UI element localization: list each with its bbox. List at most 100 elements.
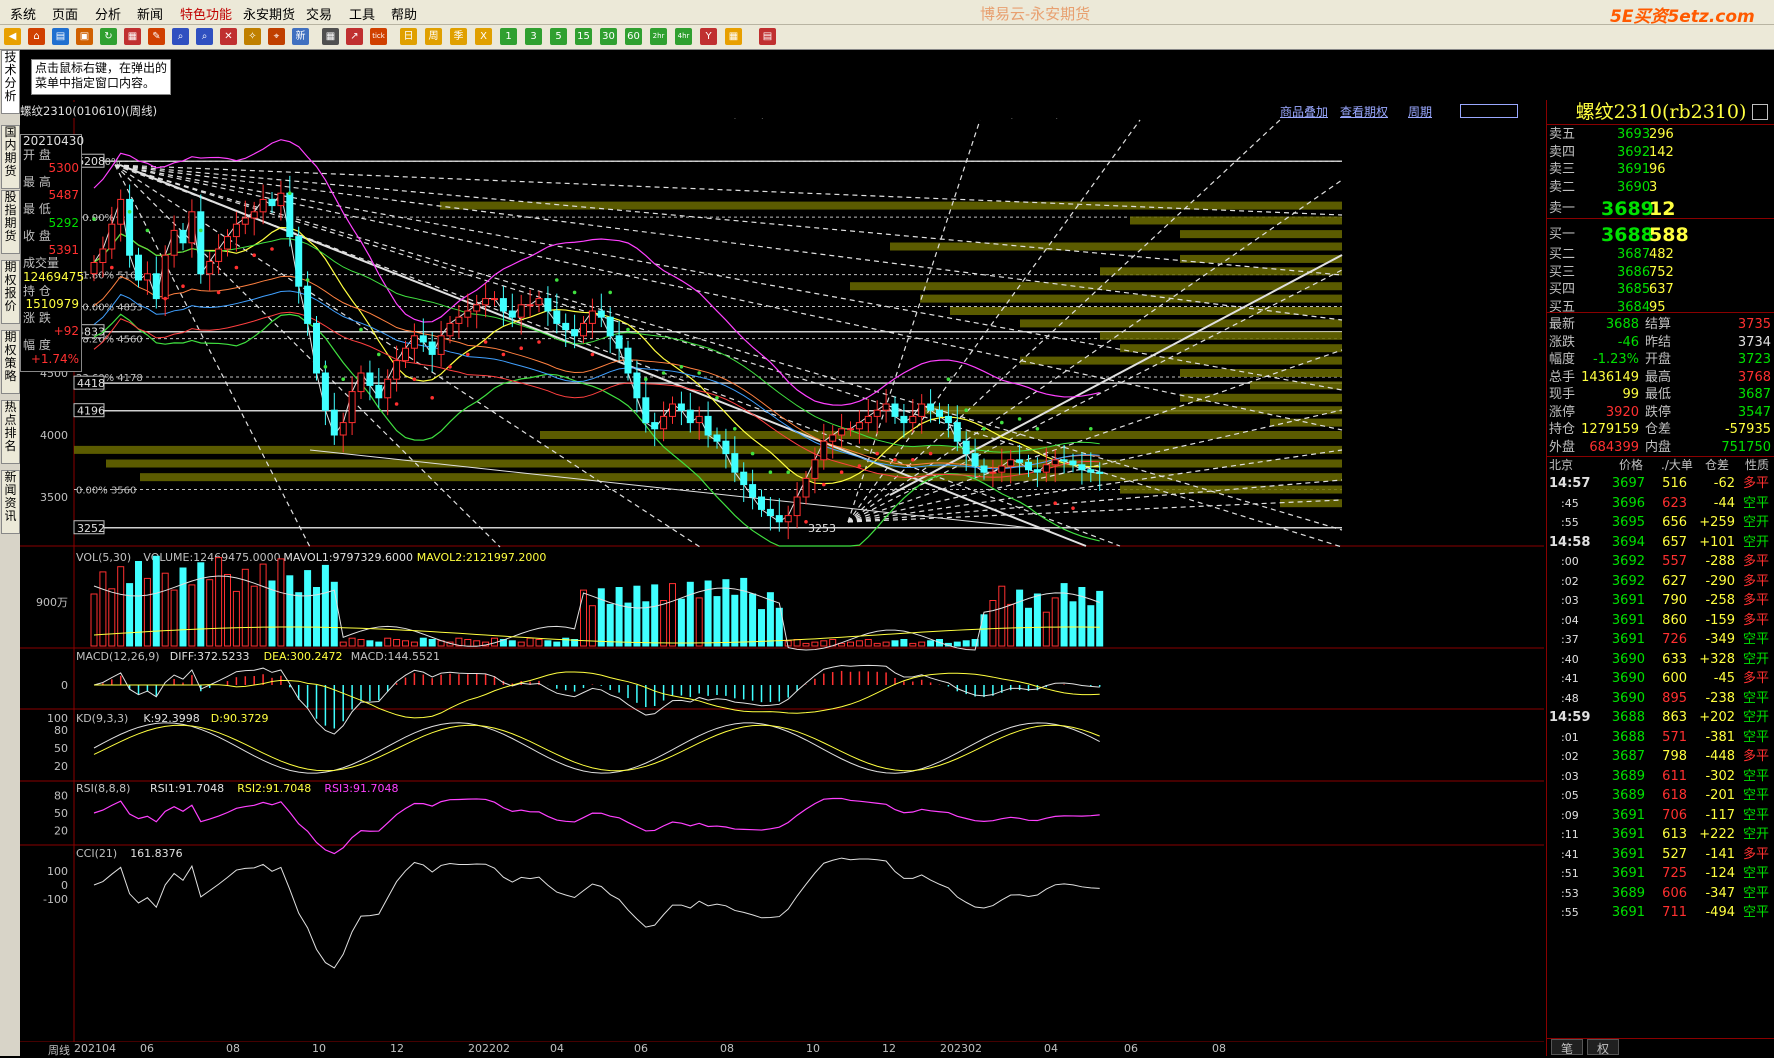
toolbar-button-27[interactable]: 4hr bbox=[675, 28, 692, 45]
volume-bar bbox=[802, 642, 810, 647]
toolbar-button-9[interactable]: ✕ bbox=[220, 28, 237, 45]
ask-price: 3692 bbox=[1617, 144, 1651, 160]
menu-item-5[interactable]: 永安期货 bbox=[243, 4, 295, 23]
toolbar-button-3[interactable]: ▣ bbox=[76, 28, 93, 45]
tick-row: :37 3691 726 -349 空平 bbox=[1547, 630, 1774, 649]
candle-body bbox=[179, 229, 187, 244]
tick-row: :53 3689 606 -347 空平 bbox=[1547, 884, 1774, 903]
candle-body bbox=[126, 198, 134, 256]
overlay-link[interactable]: 商品叠加 bbox=[1280, 103, 1328, 120]
candle-body bbox=[553, 310, 561, 324]
bar-info-box: 20210430 开 盘 5300 最 高 5487 最 低 5292 收 盘 5391 成交量 1… bbox=[20, 134, 84, 372]
volume-bar bbox=[508, 640, 516, 647]
toolbar-button-23[interactable]: 15 bbox=[575, 28, 592, 45]
toolbar-button-22[interactable]: 5 bbox=[550, 28, 567, 45]
left-tab-6[interactable]: 新闻资讯 bbox=[1, 470, 20, 534]
toolbar-button-7[interactable]: ⌕ bbox=[172, 28, 189, 45]
menu-item-7[interactable]: 工具 bbox=[349, 4, 375, 23]
toolbar-button-24[interactable]: 30 bbox=[600, 28, 617, 45]
toolbar-button-11[interactable]: ⌖ bbox=[268, 28, 285, 45]
sar-dot bbox=[199, 228, 203, 233]
ask-row[interactable]: 卖二 3690 3 bbox=[1547, 179, 1774, 196]
left-tab-5[interactable]: 热点排名 bbox=[1, 400, 20, 464]
toolbar-button-20[interactable]: 1 bbox=[500, 28, 517, 45]
menu-item-8[interactable]: 帮助 bbox=[391, 4, 417, 23]
candle-body bbox=[90, 262, 98, 275]
volume-bar bbox=[962, 640, 970, 647]
left-tab-3[interactable]: 期权报价 bbox=[1, 260, 20, 324]
menu-item-0[interactable]: 系统 bbox=[10, 4, 36, 23]
fib-label: 50.00% 4853 bbox=[76, 303, 143, 314]
tick-row: :02 3692 627 -290 多平 bbox=[1547, 572, 1774, 591]
stat-label: 现手 bbox=[1549, 387, 1576, 402]
toolbar-button-12[interactable]: 新 bbox=[292, 28, 309, 45]
ask-row[interactable]: 卖五 3693 296 bbox=[1547, 126, 1774, 143]
kd-axis-label: 80 bbox=[54, 724, 68, 737]
time-axis-label: 12 bbox=[882, 1042, 896, 1055]
period-link[interactable]: 周期 bbox=[1408, 103, 1432, 120]
toolbar-button-6[interactable]: ✎ bbox=[148, 28, 165, 45]
sar-dot bbox=[661, 371, 666, 375]
bid-row[interactable]: 买四 3685 637 bbox=[1547, 281, 1774, 298]
tick-volume: 656 bbox=[1662, 515, 1687, 530]
candle-body bbox=[99, 248, 107, 264]
toolbar-button-14[interactable]: ↗ bbox=[346, 28, 363, 45]
toolbar-button-5[interactable]: ▦ bbox=[124, 28, 141, 45]
tick-time: :40 bbox=[1561, 652, 1579, 666]
toolbar-button-18[interactable]: 季 bbox=[450, 28, 467, 45]
toolbar-button-17[interactable]: 周 bbox=[425, 28, 442, 45]
tick-header-cell: 北京 bbox=[1549, 458, 1574, 472]
volume-bar bbox=[624, 602, 632, 647]
menu-item-4[interactable]: 特色功能 bbox=[180, 4, 232, 23]
menu-item-6[interactable]: 交易 bbox=[306, 4, 332, 23]
toolbar-button-15[interactable]: tick bbox=[370, 28, 387, 45]
quote-tab-1[interactable]: 权 bbox=[1587, 1039, 1619, 1056]
candle-body bbox=[161, 254, 169, 300]
stat-label: 外盘 bbox=[1549, 439, 1576, 455]
bid-row[interactable]: 买一 3688 588 bbox=[1547, 222, 1774, 248]
panel-toggle-button[interactable] bbox=[1752, 104, 1768, 120]
toolbar-button-16[interactable]: 日 bbox=[400, 28, 417, 45]
ask-row[interactable]: 卖三 3691 96 bbox=[1547, 161, 1774, 178]
tick-row: :02 3687 798 -448 多平 bbox=[1547, 747, 1774, 766]
toolbar-button-extra[interactable]: ▤ bbox=[759, 28, 776, 45]
tick-price: 3689 bbox=[1611, 768, 1645, 784]
toolbar-button-8[interactable]: ⌕ bbox=[196, 28, 213, 45]
sar-dot bbox=[875, 451, 879, 456]
toolbar-button-19[interactable]: X bbox=[475, 28, 492, 45]
bid-row[interactable]: 买二 3687 482 bbox=[1547, 246, 1774, 263]
toolbar-button-21[interactable]: 3 bbox=[525, 28, 542, 45]
bid-row[interactable]: 买三 3686 752 bbox=[1547, 264, 1774, 281]
quote-tab-0[interactable]: 笔 bbox=[1551, 1039, 1583, 1056]
candle-body bbox=[544, 298, 552, 312]
tick-nature: 空平 bbox=[1743, 729, 1770, 745]
left-tab-1[interactable]: 国内期货 bbox=[1, 125, 20, 189]
toolbar-button-1[interactable]: ⌂ bbox=[28, 28, 45, 45]
toolbar-button-25[interactable]: 60 bbox=[625, 28, 642, 45]
window-controls[interactable] bbox=[1460, 104, 1518, 118]
tick-oi-change: -45 bbox=[1713, 671, 1735, 686]
toolbar-button-10[interactable]: ✧ bbox=[244, 28, 261, 45]
toolbar-button-29[interactable]: ▦ bbox=[725, 28, 742, 45]
tick-row: :51 3691 725 -124 空平 bbox=[1547, 864, 1774, 883]
ask-row[interactable]: 卖四 3692 142 bbox=[1547, 144, 1774, 161]
toolbar-button-4[interactable]: ↻ bbox=[100, 28, 117, 45]
menu-item-3[interactable]: 新闻 bbox=[137, 4, 163, 23]
left-tab-2[interactable]: 股指期货 bbox=[1, 190, 20, 254]
toolbar-button-28[interactable]: Y bbox=[700, 28, 717, 45]
chart-area[interactable]: 100.00%80.90%61.80% 516350.00% 485338.20… bbox=[20, 50, 1544, 1042]
candle-body bbox=[402, 347, 409, 362]
menu-item-2[interactable]: 分析 bbox=[95, 4, 121, 23]
toolbar-button-13[interactable]: ▦ bbox=[322, 28, 339, 45]
toolbar-button-26[interactable]: 2hr bbox=[650, 28, 667, 45]
menu-item-1[interactable]: 页面 bbox=[52, 4, 78, 23]
volume-bar bbox=[731, 594, 739, 647]
options-link[interactable]: 查看期权 bbox=[1340, 103, 1388, 120]
left-tab-0[interactable]: 技术分析 bbox=[1, 50, 20, 114]
left-tab-4[interactable]: 期权策略 bbox=[1, 330, 20, 394]
rsi-header-2: RSI2:91.7048 bbox=[237, 782, 311, 795]
candle-body bbox=[1087, 469, 1095, 473]
sar-dot bbox=[911, 458, 915, 462]
toolbar-button-2[interactable]: ▤ bbox=[52, 28, 69, 45]
toolbar-button-0[interactable]: ◀ bbox=[4, 28, 21, 45]
